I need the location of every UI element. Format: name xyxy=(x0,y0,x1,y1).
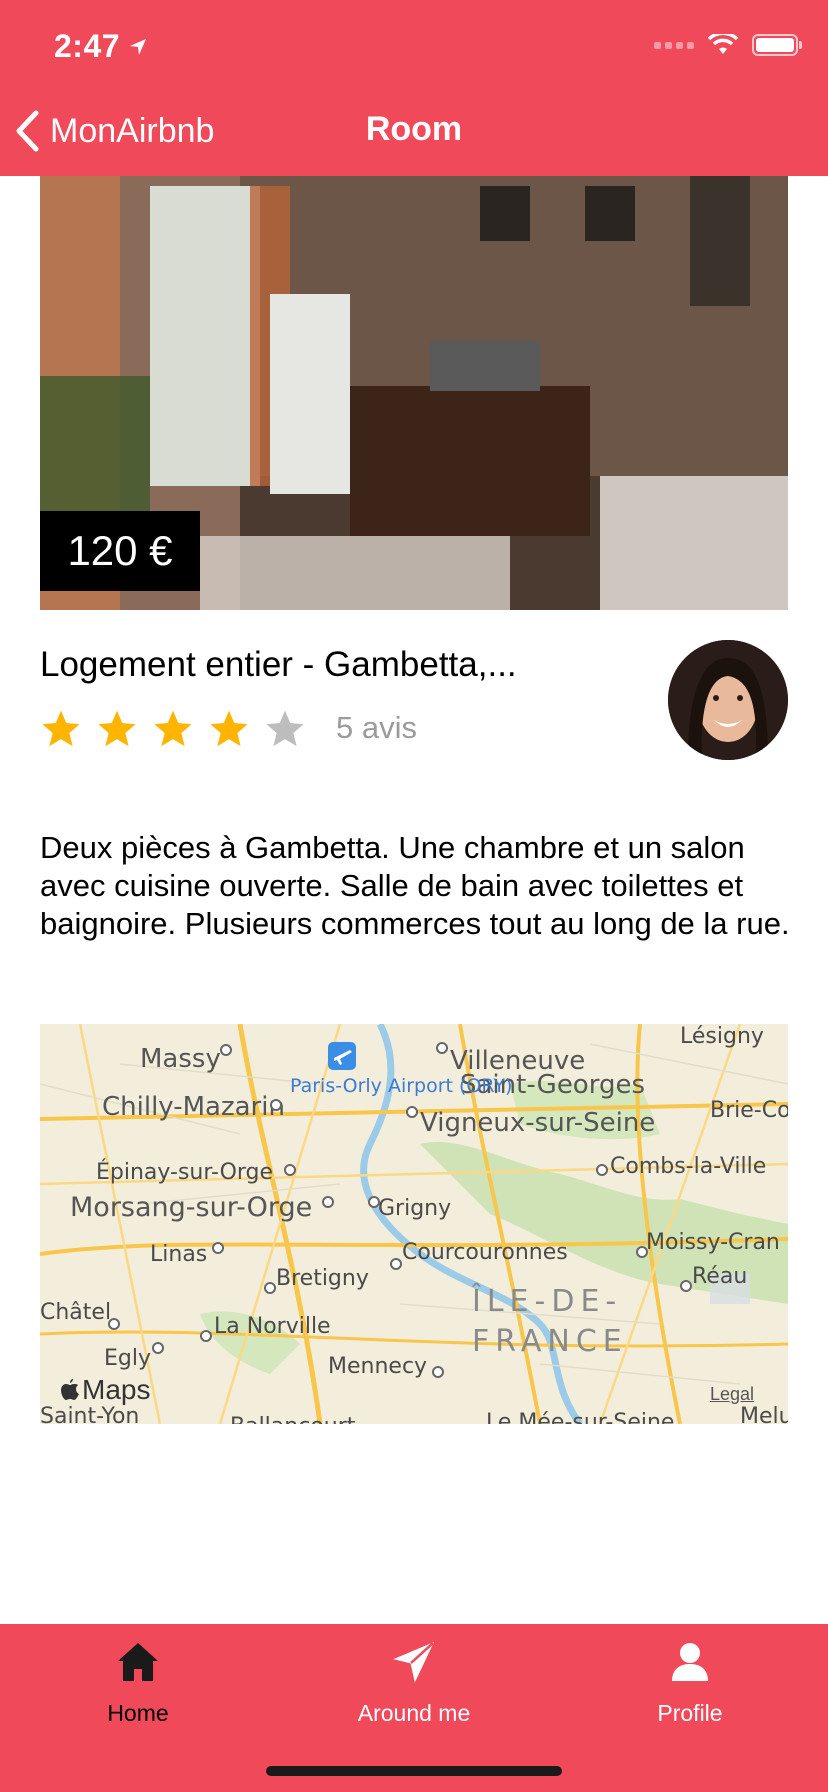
map-marker xyxy=(390,1258,402,1270)
map-label-moissy: Moissy-Cran xyxy=(646,1230,780,1255)
map-label-bretigny: Bretigny xyxy=(276,1266,369,1291)
location-map[interactable]: Massy Villeneuve Saint-Georges Lésigny C… xyxy=(40,1024,788,1424)
map-label-epinay: Épinay-sur-Orge xyxy=(96,1160,274,1185)
map-label-courcouronnes: Courcouronnes xyxy=(402,1240,568,1265)
map-marker xyxy=(152,1342,164,1354)
tab-profile-label: Profile xyxy=(657,1700,723,1726)
airport-icon xyxy=(328,1042,356,1070)
price-tag: 120 € xyxy=(40,511,200,591)
reviews-count: 5 avis xyxy=(336,710,417,745)
listing-description: Deux pièces à Gambetta. Une chambre et u… xyxy=(40,830,790,941)
map-label-lesigny: Lésigny xyxy=(680,1024,764,1049)
cellular-signal-icon xyxy=(654,41,694,49)
tab-home[interactable]: Home xyxy=(0,1636,276,1727)
map-label-grigny: Grigny xyxy=(378,1196,452,1221)
header: 2:47 MonAirbnb Room xyxy=(0,0,828,176)
status-icons xyxy=(654,34,802,56)
maps-attribution-label: Maps xyxy=(82,1374,151,1405)
apple-logo-icon xyxy=(61,1379,79,1400)
map-marker xyxy=(432,1366,444,1378)
map-label-mennecy: Mennecy xyxy=(328,1354,428,1379)
map-marker xyxy=(270,1099,282,1111)
map-label-combs: Combs-la-Ville xyxy=(610,1154,767,1179)
map-label-saint-yon: Saint-Yon xyxy=(40,1404,140,1424)
home-indicator xyxy=(266,1766,562,1776)
map-label-la-norville: La Norville xyxy=(214,1314,331,1339)
map-marker xyxy=(220,1044,232,1056)
map-marker xyxy=(200,1330,212,1342)
map-marker xyxy=(436,1042,448,1054)
battery-icon xyxy=(752,34,802,56)
map-marker xyxy=(264,1282,276,1294)
map-label-region-line1: ÎLE-DE- xyxy=(472,1284,623,1319)
paper-plane-icon xyxy=(393,1642,435,1683)
wifi-icon xyxy=(708,34,738,54)
map-marker xyxy=(636,1246,648,1258)
status-time: 2:47 xyxy=(54,28,148,65)
location-arrow-icon xyxy=(130,38,147,55)
map-label-chilly: Chilly-Mazarin xyxy=(102,1092,285,1122)
star-filled-icon xyxy=(210,710,248,747)
map-label-egly: Egly xyxy=(104,1346,151,1371)
page-title: Room xyxy=(365,110,463,148)
map-label-ballancourt: Ballancourt xyxy=(230,1414,355,1424)
maps-attribution: Maps xyxy=(60,1374,150,1406)
star-empty-icon xyxy=(266,710,304,747)
map-marker xyxy=(108,1318,120,1330)
map-label-region-line2: FRANCE xyxy=(472,1324,628,1359)
map-marker xyxy=(680,1280,692,1292)
home-icon xyxy=(118,1643,158,1681)
listing-title: Logement entier - Gambetta,... xyxy=(40,645,517,684)
host-photo xyxy=(668,640,788,760)
star-filled-icon xyxy=(98,710,136,747)
map-label-brie: Brie-Comt xyxy=(710,1098,788,1123)
map-legal-link[interactable]: Legal xyxy=(710,1384,754,1405)
map-label-morsang: Morsang-sur-Orge xyxy=(70,1192,313,1223)
map-marker xyxy=(406,1106,418,1118)
map-label-linas: Linas xyxy=(150,1242,208,1267)
rating-stars xyxy=(40,708,306,750)
map-label-massy: Massy xyxy=(140,1044,221,1074)
map-marker xyxy=(368,1196,380,1208)
map-label-reau: Réau xyxy=(692,1264,748,1289)
map-label-le-mee: Le Mée-sur-Seine xyxy=(486,1410,675,1424)
map-label-vigneux: Vigneux-sur-Seine xyxy=(420,1108,656,1138)
star-filled-icon xyxy=(42,710,80,747)
host-avatar[interactable] xyxy=(668,640,788,760)
tab-around-me-label: Around me xyxy=(357,1700,471,1726)
star-filled-icon xyxy=(154,710,192,747)
person-icon xyxy=(672,1643,708,1681)
map-marker xyxy=(596,1164,608,1176)
tab-home-label: Home xyxy=(107,1700,169,1726)
map-marker xyxy=(284,1164,296,1176)
tab-around-me[interactable]: Around me xyxy=(276,1636,552,1727)
map-label-chatel: Châtel xyxy=(40,1300,112,1325)
map-marker xyxy=(322,1196,334,1208)
map-label-melun: Melu xyxy=(740,1404,788,1424)
map-marker xyxy=(212,1242,224,1254)
tab-profile[interactable]: Profile xyxy=(552,1636,828,1727)
map-label-airport: Paris-Orly Airport (ORY) xyxy=(290,1076,512,1096)
